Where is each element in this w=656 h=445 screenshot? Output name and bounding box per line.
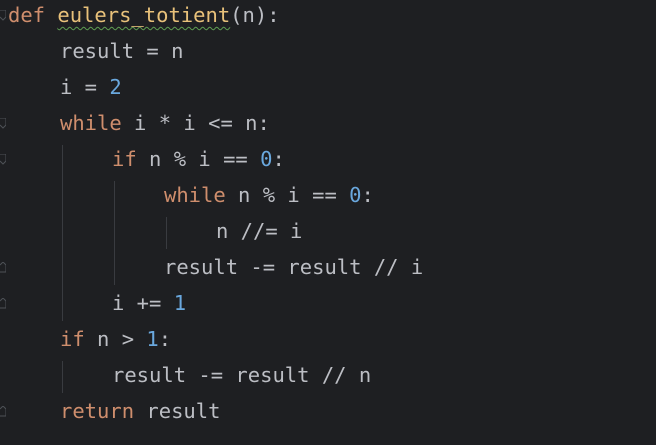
indent-guide [114, 181, 115, 285]
fold-open-icon[interactable] [0, 154, 6, 165]
code-token: i = [60, 75, 110, 99]
code-line[interactable]: result = n [60, 33, 183, 69]
number-token: 0 [349, 183, 362, 207]
keyword-token: while [60, 111, 122, 135]
number-token: 1 [146, 327, 159, 351]
code-line[interactable]: return result [60, 393, 220, 429]
code-line[interactable]: result -= result // n [112, 357, 371, 393]
code-token: n % i == [136, 147, 261, 171]
number-token: 1 [173, 291, 187, 315]
indent-guide [62, 361, 63, 393]
code-token: : [272, 147, 285, 171]
code-token: n //= i [216, 219, 303, 243]
code-token: i * i <= n: [121, 111, 270, 135]
code-token: result -= result // i [164, 255, 424, 279]
code-token: result = n [60, 39, 184, 63]
code-line[interactable]: i = 2 [60, 69, 122, 105]
number-token: 0 [260, 147, 273, 171]
number-token: 2 [109, 75, 122, 99]
fold-open-icon[interactable] [0, 118, 6, 129]
code-line[interactable]: result -= result // i [164, 249, 423, 285]
code-line[interactable]: while i * i <= n: [60, 105, 270, 141]
fold-close-icon[interactable] [0, 298, 6, 309]
fold-open-icon[interactable] [0, 10, 6, 21]
code-line[interactable]: while n % i == 0: [164, 177, 374, 213]
fold-close-icon[interactable] [0, 262, 6, 273]
code-token: result [134, 399, 221, 423]
code-token: result -= result // n [112, 363, 372, 387]
code-line[interactable]: i += 1 [112, 285, 186, 321]
code-token: n > [84, 327, 147, 351]
indent-guide [166, 217, 167, 249]
code-token: (n): [230, 3, 280, 27]
code-token: i += [112, 291, 174, 315]
code-token: : [361, 183, 374, 207]
indent-guide [62, 145, 63, 321]
code-token: n % i == [225, 183, 350, 207]
keyword-token: if [60, 327, 85, 351]
keyword-token: while [164, 183, 226, 207]
code-token: : [158, 327, 172, 351]
code-line[interactable]: n //= i [216, 213, 302, 249]
keyword-token: return [60, 399, 135, 423]
code-line[interactable]: def eulers_totient(n): [8, 0, 280, 33]
keyword-token: def [8, 3, 46, 27]
fold-close-icon[interactable] [0, 406, 6, 417]
keyword-token: if [112, 147, 137, 171]
editor-gutter [0, 0, 8, 445]
function-name-token: eulers_totient [57, 3, 231, 27]
code-line[interactable]: if n % i == 0: [112, 141, 285, 177]
code-editor[interactable]: def eulers_totient(n): result = ni = 2 whi… [0, 0, 656, 445]
code-line[interactable]: if n > 1: [60, 321, 171, 357]
